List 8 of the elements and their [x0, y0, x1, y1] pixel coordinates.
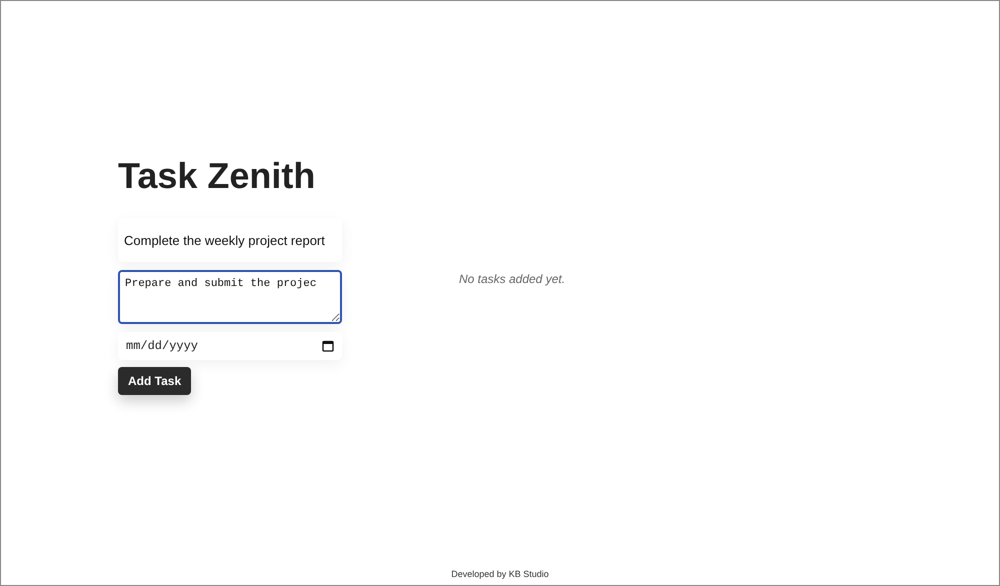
calendar-icon[interactable] — [322, 340, 334, 352]
task-title-field[interactable]: Complete the weekly project report — [118, 218, 342, 262]
footer-text: Developed by KB Studio — [451, 569, 549, 579]
date-field[interactable]: mm/dd/yyyy — [118, 332, 342, 360]
app-title: Task Zenith — [118, 156, 316, 196]
add-task-button[interactable]: Add Task — [118, 367, 192, 395]
task-description-field[interactable]: Prepare and submit the projec — [118, 270, 342, 324]
empty-message: No tasks added yet. — [458, 272, 566, 286]
